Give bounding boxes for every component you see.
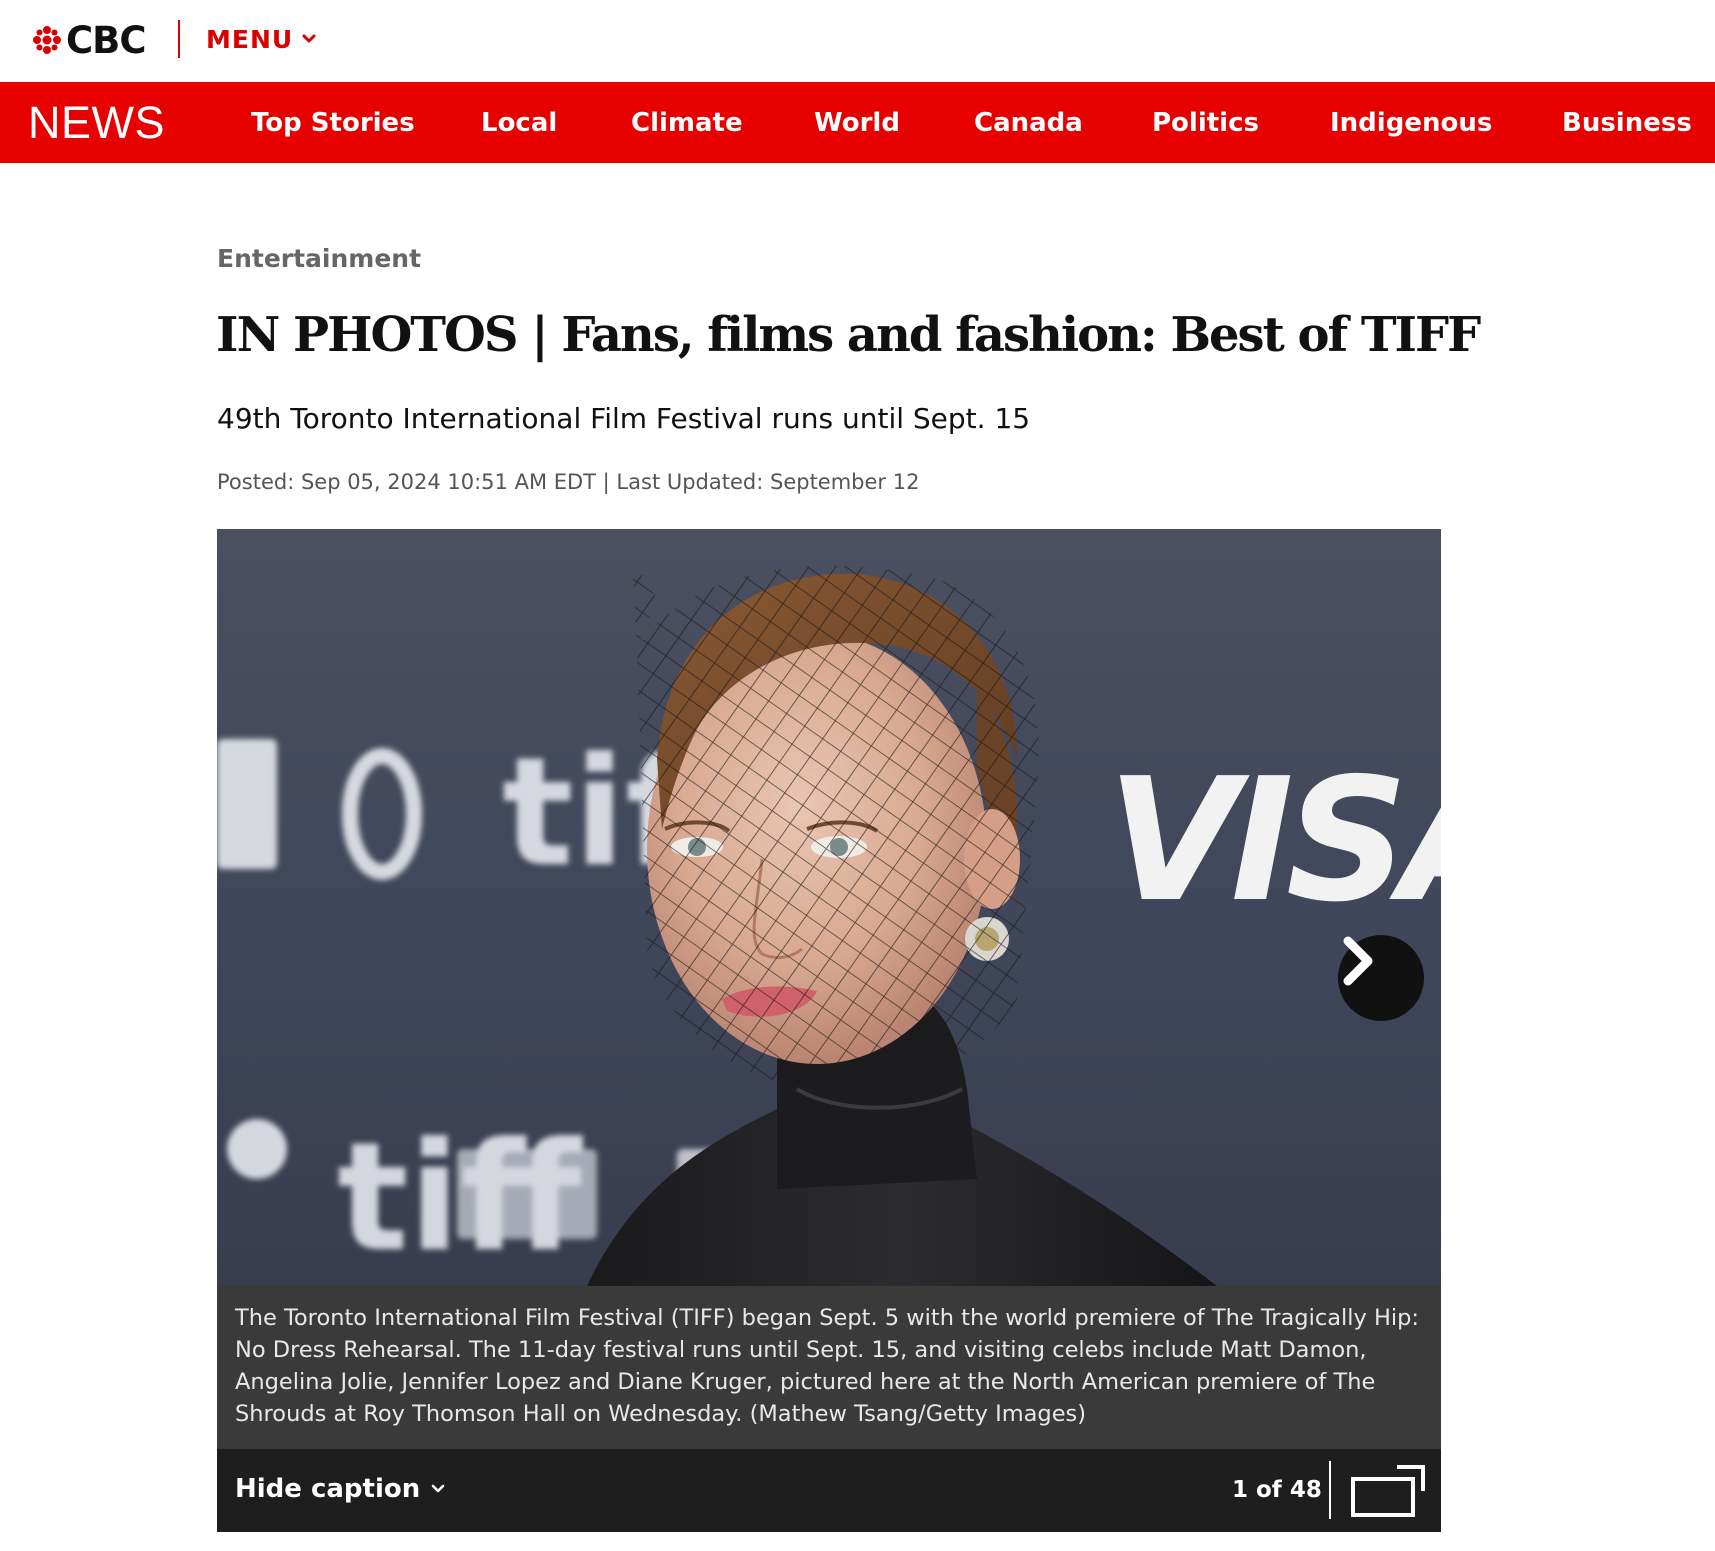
hide-caption-label: Hide caption bbox=[235, 1474, 421, 1504]
photo-illustration: tiff tiff VISA bbox=[217, 559, 1441, 1286]
gallery-controls: Hide caption 1 of 48 bbox=[217, 1449, 1441, 1532]
header-divider bbox=[178, 20, 180, 58]
menu-button[interactable]: MENU bbox=[206, 22, 317, 56]
nav-item-world[interactable]: World bbox=[814, 106, 900, 140]
nav-item-canada[interactable]: Canada bbox=[974, 106, 1083, 140]
subheadline: 49th Toronto International Film Festival… bbox=[217, 402, 1031, 435]
chevron-down-icon bbox=[431, 1484, 445, 1493]
nav-item-climate[interactable]: Climate bbox=[631, 106, 743, 140]
photo-caption: The Toronto International Film Festival … bbox=[217, 1286, 1441, 1449]
nav-item-politics[interactable]: Politics bbox=[1152, 106, 1259, 140]
news-nav: NEWS Top Stories Local Climate World Can… bbox=[0, 82, 1715, 163]
visa-backdrop-logo: VISA bbox=[1107, 742, 1441, 940]
controls-divider bbox=[1329, 1461, 1331, 1519]
nav-item-indigenous[interactable]: Indigenous bbox=[1330, 106, 1492, 140]
next-photo-button[interactable] bbox=[1338, 935, 1424, 1021]
cbc-logo[interactable]: CBC bbox=[32, 18, 147, 62]
chevron-right-icon bbox=[1343, 936, 1373, 986]
top-bar: CBC MENU bbox=[0, 0, 1715, 82]
cbc-wordmark: CBC bbox=[66, 18, 147, 62]
headline: IN PHOTOS | Fans, films and fashion: Bes… bbox=[216, 307, 1481, 363]
cbc-gem-icon bbox=[33, 26, 61, 54]
dateline: Posted: Sep 05, 2024 10:51 AM EDT | Last… bbox=[217, 470, 920, 494]
nav-item-top-stories[interactable]: Top Stories bbox=[251, 106, 415, 140]
photo-gallery: tiff tiff VISA bbox=[217, 529, 1441, 1532]
photo-counter: 1 of 48 bbox=[1232, 1477, 1322, 1503]
expand-icon bbox=[1351, 1465, 1425, 1517]
nav-item-local[interactable]: Local bbox=[481, 106, 557, 140]
section-label[interactable]: Entertainment bbox=[217, 244, 421, 273]
chevron-down-icon bbox=[302, 34, 316, 43]
menu-label: MENU bbox=[206, 24, 294, 54]
nav-item-business[interactable]: Business bbox=[1562, 106, 1692, 140]
fullscreen-button[interactable] bbox=[1347, 1463, 1427, 1519]
hide-caption-button[interactable]: Hide caption bbox=[235, 1471, 446, 1507]
news-logo[interactable]: NEWS bbox=[28, 96, 165, 150]
gallery-photo: tiff tiff VISA bbox=[217, 529, 1441, 1286]
